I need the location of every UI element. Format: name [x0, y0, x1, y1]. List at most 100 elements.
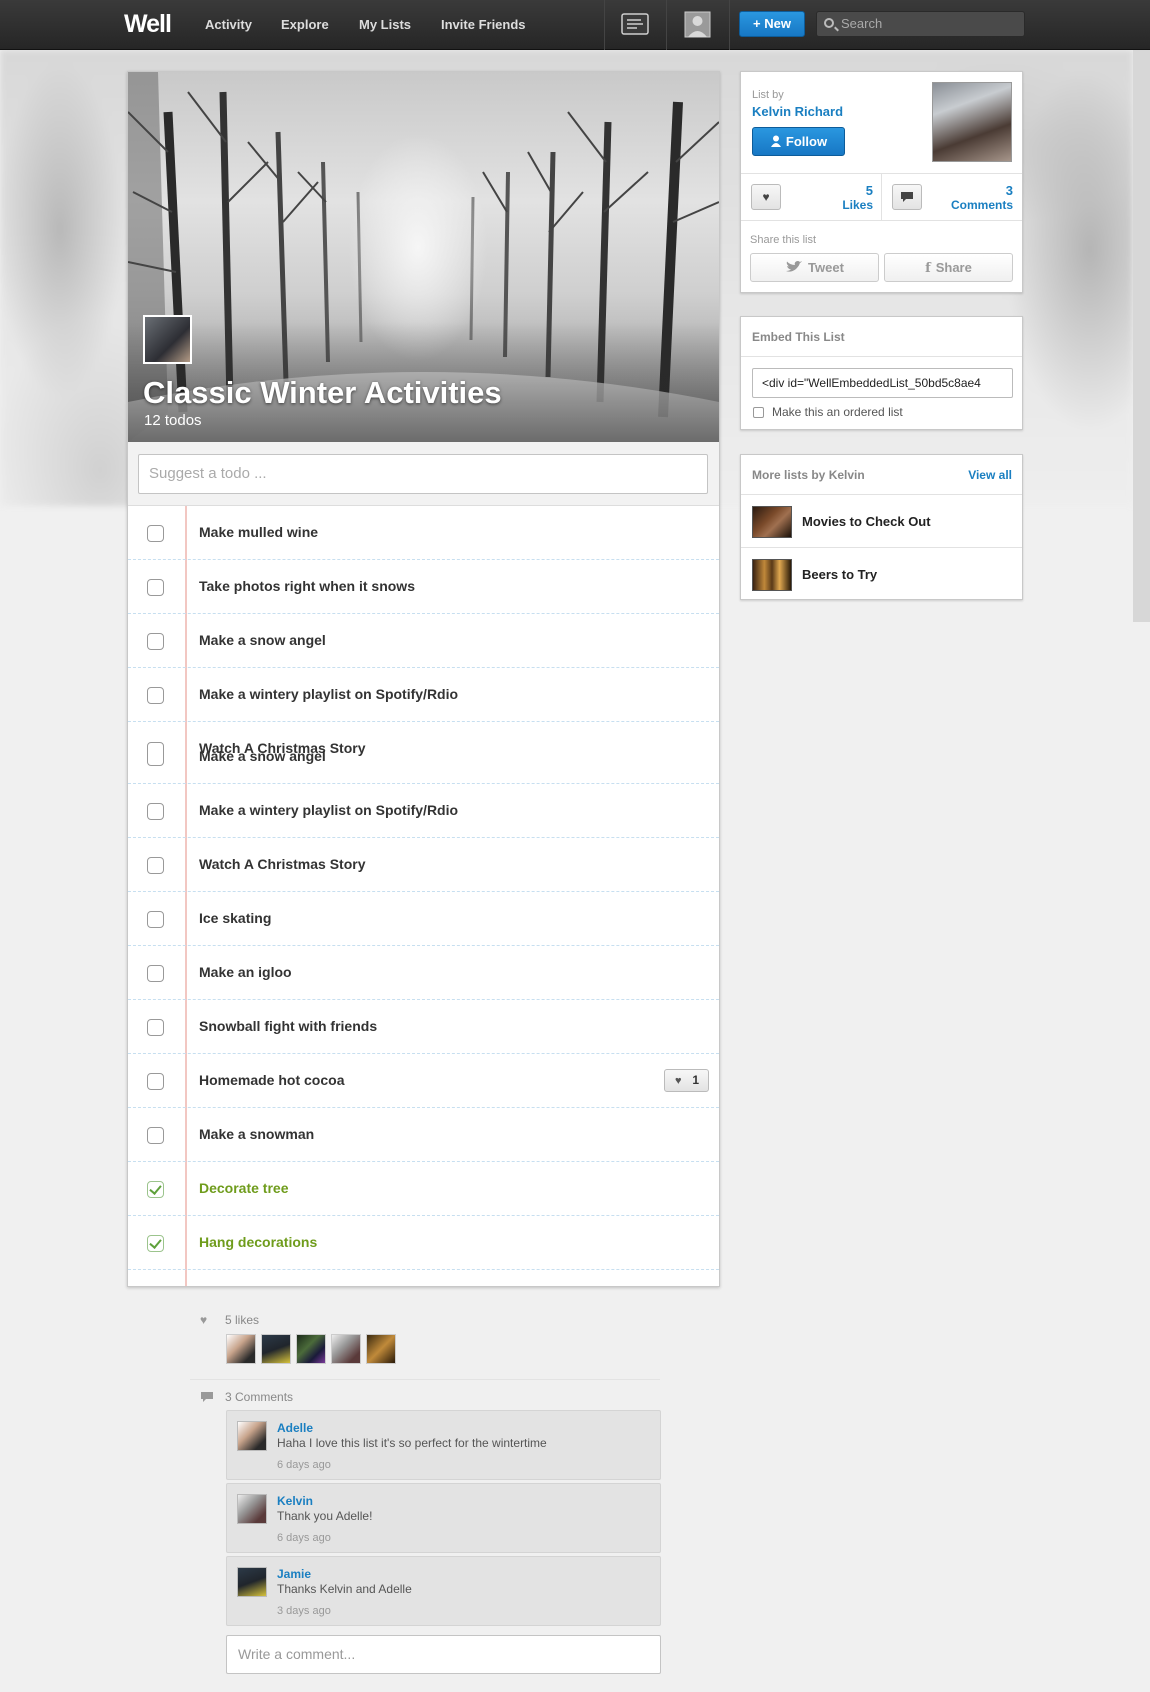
todo-checkbox[interactable]: [147, 742, 164, 766]
todo-row[interactable]: Watch A Christmas Story: [128, 838, 719, 892]
todo-checkbox[interactable]: [147, 803, 164, 820]
todo-text[interactable]: Make a snow angel: [199, 632, 326, 648]
user-icon: [770, 135, 781, 147]
todo-text[interactable]: Watch A Christmas Story: [199, 856, 365, 872]
suggest-todo-input[interactable]: Suggest a todo ...: [138, 454, 708, 494]
todo-text[interactable]: Take photos right when it snows: [199, 578, 415, 594]
todo-checkbox[interactable]: [147, 525, 164, 542]
todo-checkbox[interactable]: [147, 911, 164, 928]
todo-text[interactable]: Snowball fight with friends: [199, 1018, 377, 1034]
nav-link-invite-friends[interactable]: Invite Friends: [441, 17, 526, 32]
facebook-share-button[interactable]: f Share: [884, 253, 1013, 282]
todo-checkbox-checked[interactable]: [147, 1235, 164, 1252]
commenter-name[interactable]: Jamie: [277, 1567, 311, 1581]
liker-avatar[interactable]: [261, 1334, 291, 1364]
todo-row[interactable]: Take photos right when it snows: [128, 560, 719, 614]
owner-photo[interactable]: [932, 82, 1012, 162]
twitter-bird-icon: [786, 261, 803, 272]
todo-row[interactable]: Snowball fight with friends: [128, 1000, 719, 1054]
suggest-bar: Suggest a todo ...: [128, 442, 719, 506]
list-owner-card: List by Kelvin Richard Follow ♥ 5 Likes …: [740, 71, 1023, 293]
list-thumbnail: [752, 559, 792, 591]
todo-row-completed[interactable]: Hang decorations: [128, 1216, 719, 1270]
nav-link-my-lists[interactable]: My Lists: [359, 17, 411, 32]
todo-text[interactable]: Decorate tree: [199, 1180, 289, 1196]
comment-list-button[interactable]: [892, 184, 922, 210]
more-list-title[interactable]: Movies to Check Out: [802, 514, 931, 529]
list-owner-avatar[interactable]: [143, 315, 192, 364]
todo-checkbox[interactable]: [147, 633, 164, 650]
todo-row[interactable]: Make a wintery playlist on Spotify/Rdio: [128, 784, 719, 838]
todo-checkbox[interactable]: [147, 687, 164, 704]
nav-link-activity[interactable]: Activity: [205, 17, 252, 32]
likes-count[interactable]: 5: [841, 183, 873, 198]
todo-row-completed[interactable]: Decorate tree: [128, 1162, 719, 1216]
todo-like-count: 1: [692, 1073, 699, 1087]
notifications-button[interactable]: [605, 0, 667, 50]
commenter-avatar[interactable]: [237, 1421, 267, 1451]
share-btn-label: Share: [935, 260, 972, 275]
todo-checkbox[interactable]: [147, 857, 164, 874]
ordered-list-label[interactable]: Make this an ordered list: [772, 405, 903, 419]
todo-checkbox[interactable]: [147, 579, 164, 596]
page-backdrop-strip: [1133, 50, 1150, 622]
new-list-button[interactable]: + New: [739, 11, 805, 37]
commenter-name[interactable]: Adelle: [277, 1421, 313, 1435]
more-list-item[interactable]: Beers to Try: [741, 549, 1022, 601]
todo-row[interactable]: Make a snow angel: [128, 614, 719, 668]
todo-text[interactable]: Make an igloo: [199, 964, 292, 980]
todo-checkbox[interactable]: [147, 1127, 164, 1144]
list-icon: [621, 13, 649, 35]
search-placeholder: Search: [841, 16, 883, 31]
write-comment-input[interactable]: Write a comment...: [226, 1635, 661, 1674]
commenter-avatar[interactable]: [237, 1494, 267, 1524]
ordered-list-checkbox[interactable]: [753, 407, 764, 418]
todo-row[interactable]: Make a snowman: [128, 1108, 719, 1162]
todo-text[interactable]: Make a snowman: [199, 1126, 314, 1142]
todo-text[interactable]: Hang decorations: [199, 1234, 317, 1250]
section-divider: [190, 1379, 660, 1380]
heart-icon: ♥: [675, 1075, 682, 1087]
view-all-link[interactable]: View all: [968, 468, 1012, 482]
todo-row[interactable]: Ice skating: [128, 892, 719, 946]
todo-text[interactable]: Make a wintery playlist on Spotify/Rdio: [199, 802, 458, 818]
liker-avatar[interactable]: [296, 1334, 326, 1364]
todo-row-dragging[interactable]: Watch A Christmas Story Make a snow ange…: [128, 722, 719, 784]
profile-button[interactable]: [667, 0, 729, 50]
tweet-button[interactable]: Tweet: [750, 253, 879, 282]
todo-like-button[interactable]: ♥ 1: [664, 1069, 709, 1092]
todo-checkbox[interactable]: [147, 1019, 164, 1036]
todo-text[interactable]: Homemade hot cocoa: [199, 1072, 344, 1088]
dragged-todo-text[interactable]: Make a snow angel: [199, 748, 326, 764]
embed-code-field[interactable]: <div id="WellEmbeddedList_50bd5c8ae4: [752, 368, 1013, 398]
follow-button[interactable]: Follow: [752, 127, 845, 156]
owner-name-link[interactable]: Kelvin Richard: [752, 104, 843, 119]
todo-checkbox-checked[interactable]: [147, 1181, 164, 1198]
comments-label[interactable]: Comments: [933, 198, 1013, 212]
list-by-label: List by: [752, 89, 784, 101]
todo-row[interactable]: Make a wintery playlist on Spotify/Rdio: [128, 668, 719, 722]
todo-checkbox[interactable]: [147, 1073, 164, 1090]
nav-link-explore[interactable]: Explore: [281, 17, 329, 32]
liker-avatar[interactable]: [331, 1334, 361, 1364]
list-stats: ♥ 5 Likes 3 Comments: [741, 173, 1022, 221]
todo-text[interactable]: Make a wintery playlist on Spotify/Rdio: [199, 686, 458, 702]
search-input[interactable]: Search: [816, 11, 1025, 37]
heart-icon: ♥: [762, 190, 770, 204]
logo[interactable]: Well: [124, 10, 172, 39]
like-list-button[interactable]: ♥: [751, 184, 781, 210]
more-list-title[interactable]: Beers to Try: [802, 567, 877, 582]
comments-count[interactable]: 3: [971, 183, 1013, 198]
todo-text[interactable]: Ice skating: [199, 910, 271, 926]
likes-label[interactable]: Likes: [813, 198, 873, 212]
todo-row[interactable]: Homemade hot cocoa ♥ 1: [128, 1054, 719, 1108]
commenter-name[interactable]: Kelvin: [277, 1494, 313, 1508]
todo-row[interactable]: Make mulled wine: [128, 506, 719, 560]
liker-avatar[interactable]: [226, 1334, 256, 1364]
todo-checkbox[interactable]: [147, 965, 164, 982]
todo-text[interactable]: Make mulled wine: [199, 524, 318, 540]
liker-avatar[interactable]: [366, 1334, 396, 1364]
more-list-item[interactable]: Movies to Check Out: [741, 496, 1022, 548]
todo-row[interactable]: Make an igloo: [128, 946, 719, 1000]
commenter-avatar[interactable]: [237, 1567, 267, 1597]
